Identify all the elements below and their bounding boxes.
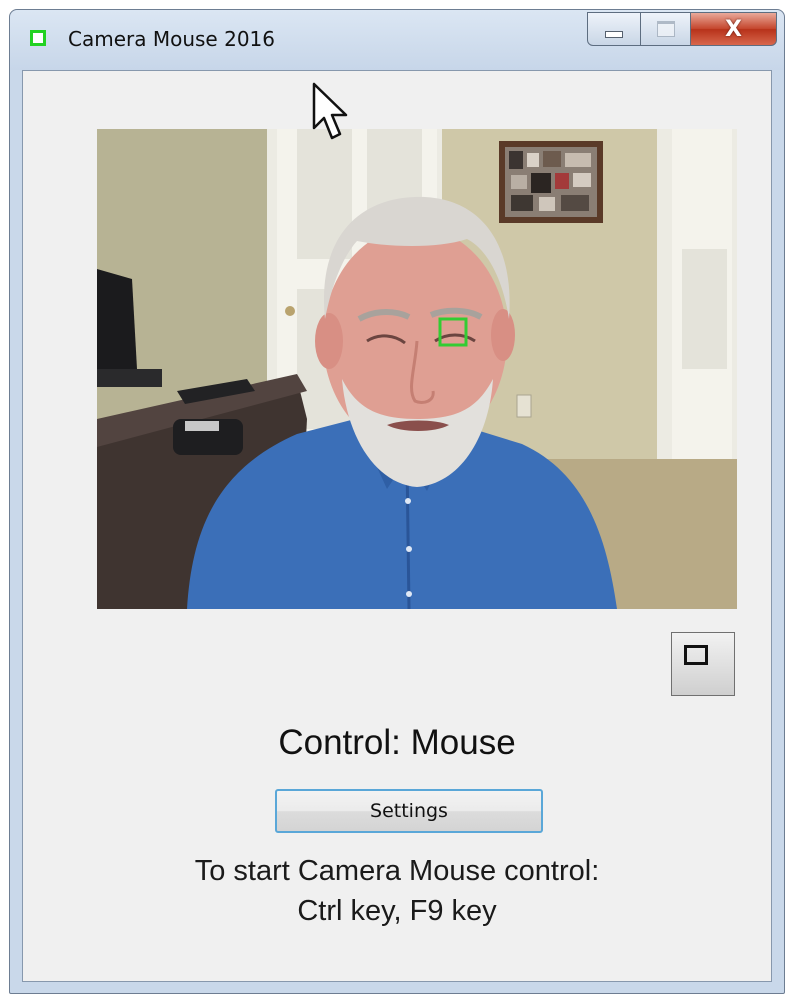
- instruction-line-1: To start Camera Mouse control:: [194, 855, 600, 887]
- app-window: Camera Mouse 2016 X Control: Mouse Setti…: [9, 9, 785, 994]
- client-area: Control: Mouse Settings To start Camera …: [22, 70, 772, 982]
- close-icon: X: [725, 16, 742, 42]
- maximize-icon: [656, 21, 675, 37]
- minimize-icon: [605, 30, 623, 38]
- title-bar[interactable]: Camera Mouse 2016 X: [10, 10, 784, 70]
- close-button[interactable]: X: [691, 12, 777, 46]
- control-status: Control: Mouse: [278, 723, 516, 762]
- camera-image: [97, 129, 737, 609]
- caption-buttons: X: [587, 12, 777, 46]
- window-title: Camera Mouse 2016: [68, 27, 275, 51]
- instruction-line-2: Ctrl key, F9 key: [297, 895, 497, 927]
- settings-button[interactable]: Settings: [275, 789, 543, 833]
- select-feature-button[interactable]: [671, 632, 735, 696]
- minimize-button[interactable]: [587, 12, 641, 46]
- app-icon: [30, 30, 46, 46]
- camera-video-feed[interactable]: [97, 129, 737, 609]
- maximize-button[interactable]: [641, 12, 691, 46]
- square-icon: [684, 645, 708, 665]
